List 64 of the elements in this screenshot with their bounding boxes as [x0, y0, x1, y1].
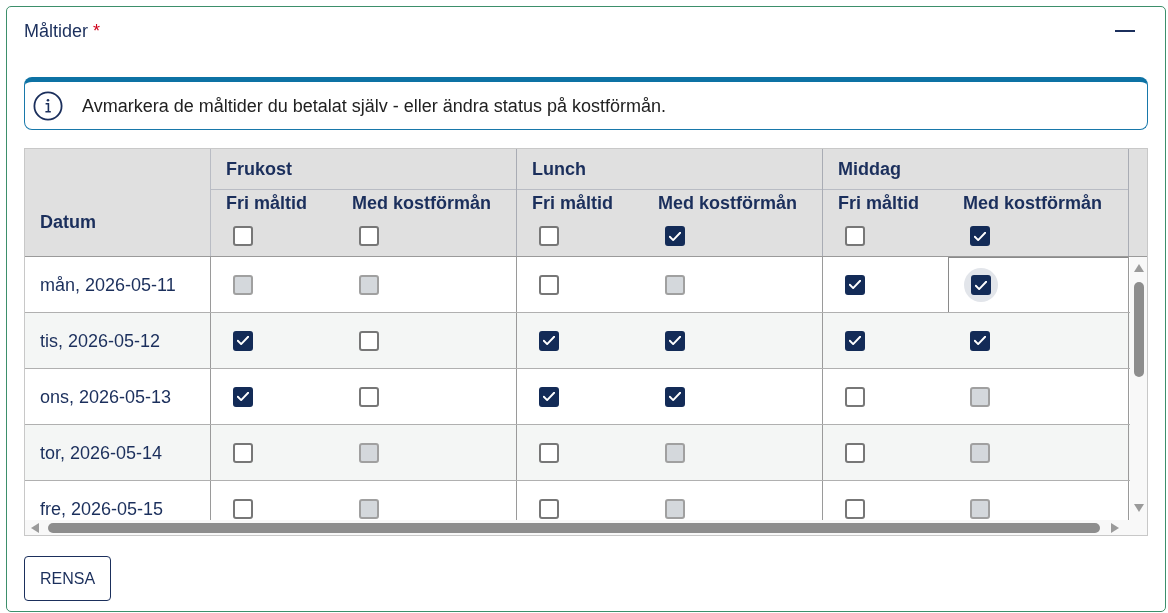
checkbox[interactable] [233, 498, 253, 519]
checkbox[interactable] [539, 386, 559, 407]
check-icon [237, 392, 249, 401]
checkbox[interactable] [845, 386, 865, 407]
check-icon [669, 336, 681, 345]
checkbox[interactable] [233, 442, 253, 463]
checkbox[interactable] [970, 330, 990, 351]
scroll-left-icon[interactable] [31, 522, 39, 533]
check-icon [974, 336, 986, 345]
check-icon [669, 231, 681, 241]
checkbox[interactable] [665, 330, 685, 351]
checkbox[interactable] [845, 330, 865, 351]
column-header: Fri måltid [532, 192, 614, 215]
checkbox[interactable] [359, 226, 379, 246]
checkbox[interactable] [539, 330, 559, 351]
scrollbar-thumb[interactable] [1133, 282, 1144, 377]
column-group-header: Lunch [532, 158, 586, 181]
check-icon [849, 336, 861, 345]
scrollbar-thumb[interactable] [48, 522, 1100, 533]
check-icon [849, 280, 861, 289]
checkbox[interactable] [845, 226, 865, 246]
checkbox[interactable] [970, 226, 990, 246]
checkbox[interactable] [845, 442, 865, 463]
date-cell: mån, 2026-05-11 [40, 274, 176, 295]
date-cell: fre, 2026-05-15 [40, 498, 164, 519]
check-icon [974, 231, 986, 241]
date-cell: tor, 2026-05-14 [40, 442, 163, 463]
checkbox[interactable] [539, 442, 559, 463]
check-icon [543, 336, 555, 345]
info-icon [33, 90, 63, 121]
column-group-header: Middag [838, 158, 901, 181]
checkbox[interactable] [539, 274, 559, 295]
checkbox[interactable] [665, 226, 685, 246]
date-cell: ons, 2026-05-13 [40, 386, 172, 407]
checkbox[interactable] [665, 386, 685, 407]
column-header: Datum [40, 211, 96, 234]
checkbox[interactable] [845, 274, 865, 295]
clear-button[interactable]: RENSA [24, 556, 112, 601]
scroll-down-icon[interactable] [1133, 504, 1144, 512]
scroll-up-icon[interactable] [1133, 264, 1144, 272]
focused-cell[interactable] [948, 257, 1128, 312]
checkbox[interactable] [539, 498, 559, 519]
info-text: Avmarkera de måltider du betalat själv - eller ändra status på kostförmån. [82, 94, 666, 118]
date-cell: tis, 2026-05-12 [40, 330, 161, 351]
checkbox[interactable] [845, 498, 865, 519]
section-title: Måltider * [24, 20, 101, 43]
column-header: Fri måltid [838, 192, 920, 215]
column-group-header: Frukost [226, 158, 292, 181]
checkbox[interactable] [359, 330, 379, 351]
checkbox[interactable] [539, 226, 559, 246]
column-header: Med kostförmån [352, 192, 493, 215]
check-icon [975, 280, 987, 290]
checkbox[interactable] [233, 330, 253, 351]
column-header: Fri måltid [226, 192, 308, 215]
check-icon [669, 392, 681, 401]
check-icon [543, 392, 555, 401]
check-icon [237, 336, 249, 345]
column-header: Med kostförmån [658, 192, 799, 215]
column-header: Med kostförmån [963, 192, 1104, 215]
scroll-right-icon[interactable] [1111, 522, 1119, 533]
checkbox[interactable] [233, 386, 253, 407]
checkbox[interactable] [971, 275, 991, 295]
checkbox[interactable] [233, 226, 253, 246]
checkbox[interactable] [359, 386, 379, 407]
